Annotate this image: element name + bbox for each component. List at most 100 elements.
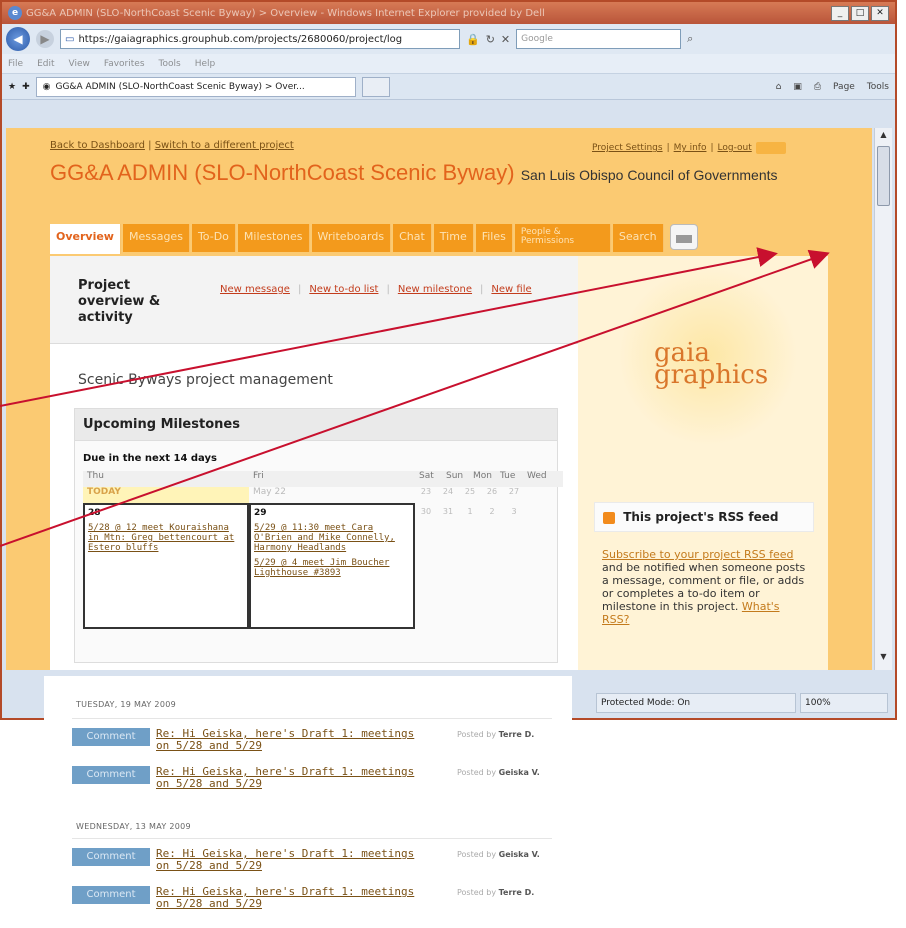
- feeds-icon[interactable]: ▣: [793, 82, 802, 92]
- tab-time[interactable]: Time: [433, 224, 474, 252]
- project-settings-link[interactable]: Project Settings: [592, 143, 663, 153]
- project-description: Scenic Byways project management: [78, 372, 333, 388]
- page-menu[interactable]: Page: [833, 82, 855, 92]
- rss-icon: [603, 511, 615, 524]
- milestone-link[interactable]: 5/29 @ 11:30 meet Cara O'Brien and Mike …: [254, 523, 410, 553]
- posted-label: Posted by: [457, 730, 497, 739]
- window-titlebar: e GG&A ADMIN (SLO-NorthCoast Scenic Bywa…: [2, 2, 895, 24]
- search-input[interactable]: Google: [516, 29, 682, 49]
- zoom-level[interactable]: 100%: [800, 693, 888, 713]
- browser-tab[interactable]: ◉ GG&A ADMIN (SLO-NorthCoast Scenic Bywa…: [35, 76, 356, 97]
- tab-messages[interactable]: Messages: [122, 224, 190, 252]
- milestone-link[interactable]: 5/28 @ 12 meet Kouraishana in Mtn: Greg …: [88, 523, 244, 553]
- new-tab-button[interactable]: [361, 76, 390, 97]
- search-icon[interactable]: ⌕: [687, 32, 693, 46]
- posted-label: Posted by: [457, 888, 497, 897]
- switch-project-link[interactable]: Switch to a different project: [155, 140, 294, 151]
- print-icon[interactable]: [669, 224, 698, 250]
- menu-favorites[interactable]: Favorites: [104, 59, 145, 69]
- tab-favicon-icon: ◉: [42, 81, 51, 92]
- separator: |: [666, 143, 670, 153]
- scroll-thumb[interactable]: [877, 146, 890, 206]
- window-controls: _ □ ✕: [831, 5, 889, 21]
- feed-date: WEDNESDAY, 13 MAY 2009: [76, 822, 191, 831]
- tab-overview[interactable]: Overview: [50, 224, 121, 254]
- tab-people-permissions[interactable]: People & Permissions: [514, 224, 611, 252]
- minimize-icon[interactable]: _: [831, 5, 849, 21]
- rss-title: This project's RSS feed: [623, 510, 779, 524]
- rss-header: This project's RSS feed: [594, 502, 814, 532]
- day-fri: Fri: [253, 471, 264, 481]
- favorites-star-icon[interactable]: ★: [8, 82, 16, 92]
- calendar-header: Thu Fri Sat Sun Mon Tue Wed: [83, 471, 563, 487]
- refresh-icon[interactable]: ↻: [486, 33, 495, 46]
- scroll-down-icon[interactable]: ▼: [877, 652, 890, 666]
- tools-menu[interactable]: Tools: [867, 82, 889, 92]
- day-num: 1: [467, 507, 473, 516]
- menu-edit[interactable]: Edit: [37, 59, 54, 69]
- milestone-link[interactable]: 5/29 @ 4 meet Jim Boucher Lighthouse #38…: [254, 558, 410, 578]
- rss-subscribe-link[interactable]: Subscribe to your project RSS feed: [602, 548, 793, 561]
- page-icon: ▭: [65, 33, 75, 45]
- back-arrow-icon[interactable]: ◀: [6, 27, 30, 51]
- home-icon[interactable]: ⌂: [776, 82, 782, 92]
- tab-chat[interactable]: Chat: [393, 224, 432, 252]
- overview-title: Project overview & activity: [78, 278, 161, 325]
- back-to-dashboard-link[interactable]: Back to Dashboard: [50, 140, 145, 151]
- feed-item: Comment Re: Hi Geiska, here's Draft 1: m…: [72, 766, 572, 796]
- menu-view[interactable]: View: [69, 59, 90, 69]
- today-cell: TODAY: [83, 487, 249, 503]
- new-milestone-link[interactable]: New milestone: [398, 284, 472, 295]
- author: Terre D.: [498, 730, 535, 739]
- vertical-scrollbar[interactable]: ▲ ▼: [874, 128, 892, 670]
- posted-label: Posted by: [457, 850, 497, 859]
- activity-feed: TUESDAY, 19 MAY 2009 Comment Re: Hi Geis…: [44, 676, 572, 928]
- calendar-day-28: 28 5/28 @ 12 meet Kouraishana in Mtn: Gr…: [83, 503, 249, 629]
- week1-small-days: 23 24 25 26 27: [415, 487, 525, 503]
- menu-bar: File Edit View Favorites Tools Help: [2, 54, 895, 74]
- day-wed: Wed: [527, 471, 547, 481]
- new-message-link[interactable]: New message: [220, 284, 290, 295]
- tab-writeboards[interactable]: Writeboards: [311, 224, 392, 252]
- feed-link[interactable]: Re: Hi Geiska, here's Draft 1: meetings …: [156, 766, 426, 790]
- feed-item: Comment Re: Hi Geiska, here's Draft 1: m…: [72, 886, 572, 916]
- forward-arrow-icon[interactable]: ▶: [36, 30, 54, 48]
- new-todo-link[interactable]: New to-do list: [309, 284, 378, 295]
- tab-todo[interactable]: To-Do: [191, 224, 236, 252]
- menu-file[interactable]: File: [8, 59, 23, 69]
- page-viewport: Back to Dashboard | Switch to a differen…: [6, 128, 872, 670]
- tab-files[interactable]: Files: [475, 224, 513, 252]
- status-bar: Protected Mode: On 100%: [596, 693, 892, 713]
- maximize-icon[interactable]: □: [851, 5, 869, 21]
- milestones-box: Upcoming Milestones Due in the next 14 d…: [74, 408, 563, 663]
- tab-search[interactable]: Search: [612, 224, 664, 252]
- my-info-link[interactable]: My info: [674, 143, 707, 153]
- tab-milestones[interactable]: Milestones: [237, 224, 310, 252]
- calendar-week2: 28 5/28 @ 12 meet Kouraishana in Mtn: Gr…: [83, 503, 563, 629]
- feed-link[interactable]: Re: Hi Geiska, here's Draft 1: meetings …: [156, 728, 426, 752]
- logout-link[interactable]: Log-out: [718, 143, 752, 153]
- url-text: https://gaiagraphics.grouphub.com/projec…: [78, 33, 403, 45]
- menu-tools[interactable]: Tools: [159, 59, 181, 69]
- print-toolbar-icon[interactable]: ⎙: [814, 82, 821, 92]
- url-input[interactable]: ▭ https://gaiagraphics.grouphub.com/proj…: [60, 29, 460, 49]
- feed-link[interactable]: Re: Hi Geiska, here's Draft 1: meetings …: [156, 886, 426, 910]
- author: Terre D.: [498, 888, 535, 897]
- feed-link[interactable]: Re: Hi Geiska, here's Draft 1: meetings …: [156, 848, 426, 872]
- project-name: GG&A ADMIN (SLO-NorthCoast Scenic Byway): [50, 160, 515, 185]
- new-file-link[interactable]: New file: [491, 284, 531, 295]
- menu-help[interactable]: Help: [195, 59, 216, 69]
- sidebar: gaia graphics This project's RSS feed Su…: [578, 256, 828, 670]
- separator: |: [480, 284, 484, 295]
- close-icon[interactable]: ✕: [871, 5, 889, 21]
- separator: |: [710, 143, 714, 153]
- main-content: Project overview & activity New message |…: [50, 256, 578, 670]
- stop-icon[interactable]: ✕: [501, 33, 510, 46]
- scroll-up-icon[interactable]: ▲: [877, 130, 890, 144]
- account-links: Project Settings | My info | Log-out: [592, 142, 786, 154]
- feed-divider: [72, 718, 552, 719]
- feed-item: Comment Re: Hi Geiska, here's Draft 1: m…: [72, 848, 572, 878]
- posted-by: Posted by Geiska V.: [457, 768, 540, 777]
- add-favorite-icon[interactable]: ✚: [22, 82, 30, 92]
- lock-icon[interactable]: 🔒: [466, 33, 480, 46]
